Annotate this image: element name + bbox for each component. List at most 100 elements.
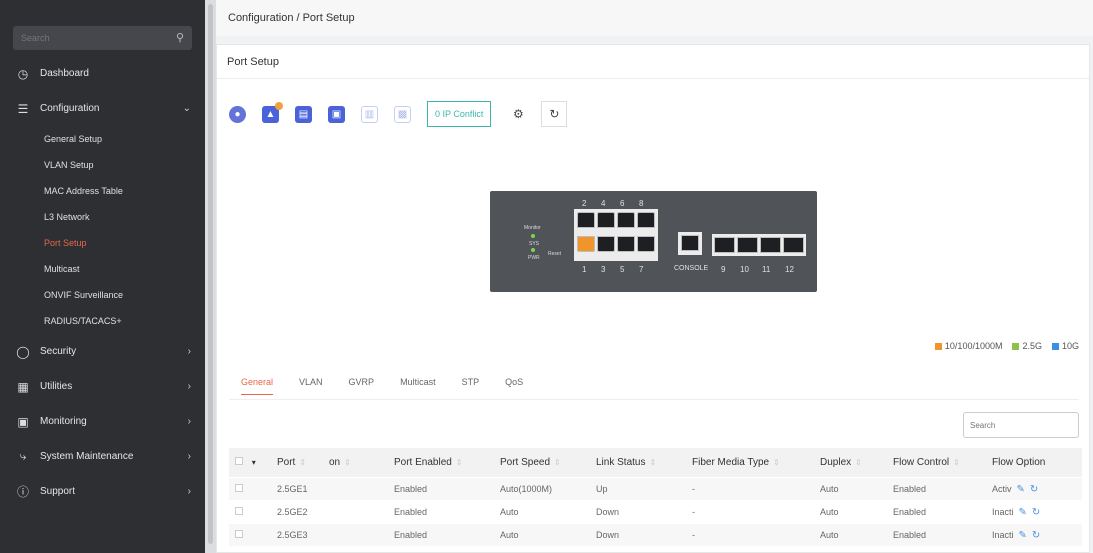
port-1[interactable] <box>577 236 595 252</box>
sidebar-scrollbar[interactable] <box>205 0 216 553</box>
edit-icon[interactable]: ✎ <box>1017 484 1025 495</box>
legend-label-2-5g: 2.5G <box>1022 341 1042 351</box>
sidebar-item-monitoring[interactable]: ▣ Monitoring › <box>0 404 205 439</box>
table-search-input[interactable] <box>964 413 1078 437</box>
column-header-flow-control[interactable]: Flow Control ⇕ <box>893 457 992 468</box>
sort-icon[interactable]: ⇕ <box>773 458 780 467</box>
refresh-icon[interactable]: ↻ <box>541 101 568 127</box>
search-icon[interactable]: ⚲ <box>176 31 184 44</box>
sidebar-search-input[interactable] <box>13 26 163 50</box>
port-label-11: 11 <box>762 265 771 274</box>
refresh-icon[interactable]: ↻ <box>1030 484 1038 495</box>
port-label-2: 2 <box>582 199 587 208</box>
tab-multicast[interactable]: Multicast <box>400 377 436 395</box>
cell-flow-control: Enabled <box>893 484 927 494</box>
sidebar-subitem-port-setup[interactable]: Port Setup <box>0 230 205 256</box>
column-header-fiber-media-type[interactable]: Fiber Media Type ⇕ <box>692 457 820 468</box>
help-icon: ⓘ <box>16 485 29 499</box>
sidebar-item-security[interactable]: ◯ Security › <box>0 334 205 369</box>
column-header-link-status[interactable]: Link Status ⇕ <box>596 457 692 468</box>
column-header-port-enabled[interactable]: Port Enabled ⇕ <box>394 457 500 468</box>
topology-icon[interactable]: ▲ <box>262 101 283 123</box>
sidebar-item-utilities[interactable]: ▦ Utilities › <box>0 369 205 404</box>
tabs-divider <box>229 399 1079 400</box>
column-header-port-speed[interactable]: Port Speed ⇕ <box>500 457 596 468</box>
cell-duplex: Auto <box>820 507 839 517</box>
sidebar-item-system-maintenance[interactable]: ⤷ System Maintenance › <box>0 439 205 474</box>
display-icon[interactable]: ▣ <box>328 105 345 123</box>
port-10[interactable] <box>737 237 758 253</box>
table-row[interactable]: 2.5GE3 Enabled Auto Down - Auto Enabled … <box>229 524 1082 547</box>
status-icon[interactable]: ● <box>229 105 246 123</box>
select-all-checkbox[interactable] <box>235 457 243 465</box>
sort-icon[interactable]: ⇕ <box>554 458 561 467</box>
sort-icon[interactable]: ⇕ <box>649 458 656 467</box>
port-7[interactable] <box>637 236 655 252</box>
port-label-10: 10 <box>740 265 749 274</box>
sidebar-subitem-multicast[interactable]: Multicast <box>0 256 205 282</box>
gear-icon[interactable]: ⚙ <box>505 101 532 127</box>
row-checkbox[interactable] <box>235 530 243 538</box>
sidebar-subitem-radius-tacacs[interactable]: RADIUS/TACACS+ <box>0 308 205 334</box>
sidebar-subitem-general-setup[interactable]: General Setup <box>0 126 205 152</box>
legend-label-10g: 10G <box>1061 341 1079 351</box>
sidebar-item-support[interactable]: ⓘ Support › <box>0 474 205 509</box>
tab-vlan[interactable]: VLAN <box>299 377 323 395</box>
lock-icon[interactable]: ▥ <box>361 105 378 123</box>
sidebar-item-dashboard[interactable]: ◷ Dashboard <box>0 56 205 91</box>
port-4[interactable] <box>597 212 615 228</box>
sidebar-item-label: Monitoring <box>40 416 87 427</box>
column-header-flow-option[interactable]: Flow Option <box>992 457 1080 468</box>
port-11[interactable] <box>760 237 781 253</box>
sort-icon[interactable]: ⇕ <box>953 458 960 467</box>
sort-icon[interactable]: ⇕ <box>855 458 862 467</box>
sidebar-item-label: Support <box>40 486 76 497</box>
column-header-duplex[interactable]: Duplex ⇕ <box>820 457 893 468</box>
sort-icon[interactable]: ⇕ <box>456 458 463 467</box>
cell-flow-option: Inacti ✎ ↻ <box>992 529 1041 541</box>
device-icon[interactable]: ▤ <box>295 105 312 123</box>
column-header-port[interactable]: Port ⇕ <box>277 457 329 468</box>
console-port[interactable] <box>681 235 699 251</box>
sidebar-subitem-l3-network[interactable]: L3 Network <box>0 204 205 230</box>
table-search[interactable] <box>963 412 1079 438</box>
refresh-icon[interactable]: ↻ <box>1032 507 1040 518</box>
port-6[interactable] <box>617 212 635 228</box>
sidebar-item-label: Utilities <box>40 381 73 392</box>
row-checkbox[interactable] <box>235 484 243 492</box>
tab-general[interactable]: General <box>241 377 274 395</box>
cell-duplex: Auto <box>820 530 839 540</box>
port-5[interactable] <box>617 236 635 252</box>
sidebar-subitem-vlan-setup[interactable]: VLAN Setup <box>0 152 205 178</box>
refresh-icon[interactable]: ↻ <box>1032 530 1040 541</box>
scrollbar-thumb[interactable] <box>208 4 213 544</box>
edit-icon[interactable]: ✎ <box>1019 530 1027 541</box>
edit-icon[interactable]: ✎ <box>1019 507 1027 518</box>
sidebar-subitem-onvif-surveillance[interactable]: ONVIF Surveillance <box>0 282 205 308</box>
table-row[interactable]: 2.5GE1 Enabled Auto(1000M) Up - Auto Ena… <box>229 478 1082 501</box>
caret-down-icon[interactable]: ▾ <box>252 458 256 467</box>
column-header-on[interactable]: on ⇕ <box>329 457 394 468</box>
tab-qos[interactable]: QoS <box>505 377 523 395</box>
sidebar-item-configuration[interactable]: ☰ Configuration ⌄ <box>0 91 205 126</box>
sort-icon[interactable]: ⇕ <box>344 458 351 467</box>
port-9[interactable] <box>714 237 735 253</box>
sidebar-subitem-mac-address-table[interactable]: MAC Address Table <box>0 178 205 204</box>
pwr-led <box>531 248 535 252</box>
tab-gvrp[interactable]: GVRP <box>349 377 375 395</box>
ip-conflict-button[interactable]: 0 IP Conflict <box>427 101 492 127</box>
toolbar: ● ▲ ▤ ▣ ▥ ▩ 0 IP Conflict ⚙ ↻ <box>229 100 577 128</box>
sidebar-search[interactable]: ⚲ <box>13 26 192 50</box>
reset-label: Reset <box>548 251 562 257</box>
port-3[interactable] <box>597 236 615 252</box>
row-checkbox[interactable] <box>235 507 243 515</box>
tab-stp[interactable]: STP <box>462 377 480 395</box>
sort-icon[interactable]: ⇕ <box>299 458 306 467</box>
port-2[interactable] <box>577 212 595 228</box>
port-label-3: 3 <box>601 265 606 274</box>
select-all-cell: ▾ <box>229 457 277 468</box>
port-8[interactable] <box>637 212 655 228</box>
port-12[interactable] <box>783 237 804 253</box>
image-icon[interactable]: ▩ <box>394 105 411 123</box>
table-row[interactable]: 2.5GE2 Enabled Auto Down - Auto Enabled … <box>229 501 1082 524</box>
